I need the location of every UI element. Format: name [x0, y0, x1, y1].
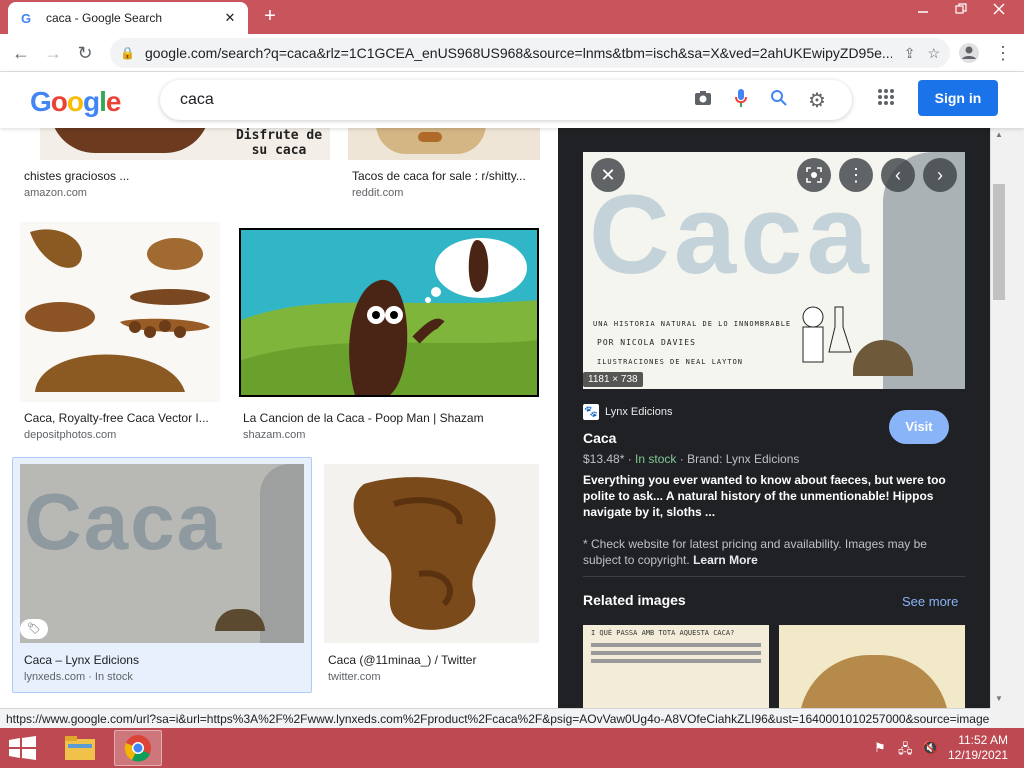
clock-date: 12/19/2021 — [948, 748, 1009, 762]
search-input[interactable]: caca ⚙ — [160, 80, 852, 120]
lock-icon: 🔒 — [120, 46, 135, 60]
horizontal-scrollbar[interactable] — [990, 708, 1024, 728]
restore-icon[interactable] — [944, 0, 978, 22]
result-source-5-domain: lynxeds.com — [24, 671, 86, 683]
file-explorer-icon[interactable] — [56, 730, 104, 766]
price-tag-icon: 🏷 — [20, 619, 48, 639]
result-thumb-5[interactable]: Caca — [20, 464, 304, 643]
brand: Brand: Lynx Edicions — [687, 452, 800, 466]
result-source-1: amazon.com — [24, 187, 87, 199]
windows-taskbar: ⚑ 🖧 🔇 11:52 AM 12/19/2021 — [0, 728, 1024, 768]
visit-button[interactable]: Visit — [889, 410, 949, 444]
result-title-1[interactable]: chistes graciosos ... — [24, 169, 314, 183]
pricing-note: * Check website for latest pricing and a… — [583, 536, 963, 568]
result-source-2: reddit.com — [352, 187, 404, 199]
related-image-1[interactable]: I QUÈ PASSA AMB TOTA AQUESTA CACA? — [583, 625, 769, 708]
status-bar-url: https://www.google.com/url?sa=i&url=http… — [0, 708, 1008, 728]
close-preview-button[interactable]: ✕ — [591, 158, 625, 192]
product-description: Everything you ever wanted to know about… — [583, 473, 946, 519]
menu-dots-icon[interactable]: ⋮ — [990, 40, 1016, 66]
minimize-icon[interactable] — [906, 0, 940, 22]
thumb-caption: Disfrute de su caca — [235, 128, 323, 158]
network-icon[interactable]: 🖧 — [898, 740, 913, 762]
tab-google-search[interactable]: G caca - Google Search ✕ — [8, 2, 248, 34]
scroll-up-icon[interactable]: ▲ — [995, 130, 1003, 139]
price: $13.48* — [583, 452, 625, 466]
search-icon[interactable] — [764, 89, 794, 112]
forward-icon[interactable]: → — [40, 40, 66, 66]
page-scrollbar[interactable]: ▲ ▼ — [990, 128, 1024, 708]
preview-caca-text: Caca — [589, 172, 873, 297]
microphone-icon[interactable] — [726, 88, 756, 113]
result-title-5[interactable]: Caca – Lynx Edicions — [24, 653, 304, 667]
share-icon[interactable]: ⇪ — [904, 45, 916, 62]
related-image-1-text: I QUÈ PASSA AMB TOTA AQUESTA CACA? — [591, 629, 735, 637]
related-images-title: Related images — [583, 592, 686, 608]
scroll-down-icon[interactable]: ▼ — [995, 694, 1003, 703]
chrome-taskbar-icon[interactable] — [114, 730, 162, 766]
gear-icon[interactable]: ⚙ — [802, 88, 832, 113]
apps-grid-icon[interactable] — [874, 88, 898, 112]
volume-muted-icon[interactable]: 🔇 — [922, 740, 938, 756]
result-thumb-6[interactable] — [324, 464, 539, 643]
search-query: caca — [180, 91, 214, 108]
action-center-flag-icon[interactable]: ⚑ — [874, 740, 886, 756]
result-thumb-1[interactable]: Disfrute de su caca — [40, 128, 330, 160]
system-clock[interactable]: 11:52 AM 12/19/2021 — [948, 733, 1008, 763]
result-thumb-2[interactable] — [348, 128, 540, 160]
tab-close-icon[interactable]: ✕ — [222, 10, 238, 26]
result-source-3: depositphotos.com — [24, 429, 117, 441]
image-preview-panel: Caca UNA HISTORIA NATURAL DE LO INNOMBRA… — [558, 128, 990, 708]
preview-subtitle-3: ILUSTRACIONES DE NEAL LAYTON — [597, 358, 744, 366]
result-stock-5: In stock — [94, 671, 133, 683]
result-source-4: shazam.com — [243, 429, 306, 441]
sign-in-button[interactable]: Sign in — [918, 80, 998, 116]
see-more-link[interactable]: See more — [902, 594, 958, 609]
close-window-icon[interactable] — [982, 0, 1016, 22]
back-icon[interactable]: ← — [8, 40, 34, 66]
windows-start-icon[interactable] — [8, 736, 38, 760]
camera-icon[interactable] — [688, 90, 718, 111]
preview-subtitle-2: POR NICOLA DAVIES — [597, 338, 696, 347]
product-meta: $13.48* · In stock · Brand: Lynx Edicion… — [583, 452, 800, 466]
result-thumb-4[interactable] — [239, 228, 539, 397]
image-dimensions: 1181 × 738 — [583, 372, 643, 387]
google-logo[interactable]: Google — [30, 86, 121, 118]
source-name: Lynx Edicions — [605, 406, 673, 418]
scrollbar-thumb[interactable] — [993, 184, 1005, 300]
result-title-4[interactable]: La Cancion de la Caca - Poop Man | Shaza… — [243, 411, 543, 425]
lynx-paw-icon: 🐾 — [583, 404, 599, 420]
tab-strip: G caca - Google Search ✕ + — [0, 0, 1024, 34]
result-title-3[interactable]: Caca, Royalty-free Caca Vector I... — [24, 411, 214, 425]
divider — [583, 576, 965, 577]
source-row[interactable]: 🐾 Lynx Edicions — [583, 404, 672, 420]
more-options-icon[interactable]: ⋮ — [839, 158, 873, 192]
lens-search-icon[interactable] — [797, 158, 831, 192]
browser-toolbar: ← → ↻ 🔒 google.com/search?q=caca&rlz=1C1… — [0, 34, 1024, 72]
learn-more-link[interactable]: Learn More — [693, 553, 758, 567]
preview-subtitle-1: UNA HISTORIA NATURAL DE LO INNOMBRABLE — [593, 320, 792, 328]
address-url: google.com/search?q=caca&rlz=1C1GCEA_enU… — [144, 45, 892, 61]
image-results: Disfrute de su caca chistes graciosos ..… — [0, 128, 558, 708]
address-bar[interactable]: 🔒 google.com/search?q=caca&rlz=1C1GCEA_e… — [110, 38, 950, 68]
result-source-5: lynxeds.com · In stock — [24, 671, 133, 683]
tab-title: caca - Google Search — [46, 11, 163, 25]
new-tab-button[interactable]: + — [258, 5, 282, 29]
related-image-2[interactable] — [779, 625, 965, 708]
previous-image-icon[interactable]: ‹ — [881, 158, 915, 192]
result-source-6: twitter.com — [328, 671, 381, 683]
google-header: Google caca ⚙ Sign in — [0, 72, 1024, 128]
bookmark-star-icon[interactable]: ☆ — [927, 45, 940, 62]
stock-status: In stock — [635, 452, 677, 466]
result-title-6[interactable]: Caca (@11minaa_) / Twitter — [328, 653, 538, 667]
next-image-icon[interactable]: › — [923, 158, 957, 192]
clock-time: 11:52 AM — [958, 733, 1008, 747]
result-thumb-3[interactable] — [20, 222, 220, 402]
thumb-caca-text: Caca — [24, 477, 224, 566]
reload-icon[interactable]: ↻ — [72, 40, 98, 66]
result-title-2[interactable]: Tacos de caca for sale : r/shitty... — [352, 169, 542, 183]
profile-icon[interactable] — [956, 40, 982, 66]
google-favicon-icon: G — [20, 10, 32, 26]
preview-title[interactable]: Caca — [583, 430, 616, 446]
